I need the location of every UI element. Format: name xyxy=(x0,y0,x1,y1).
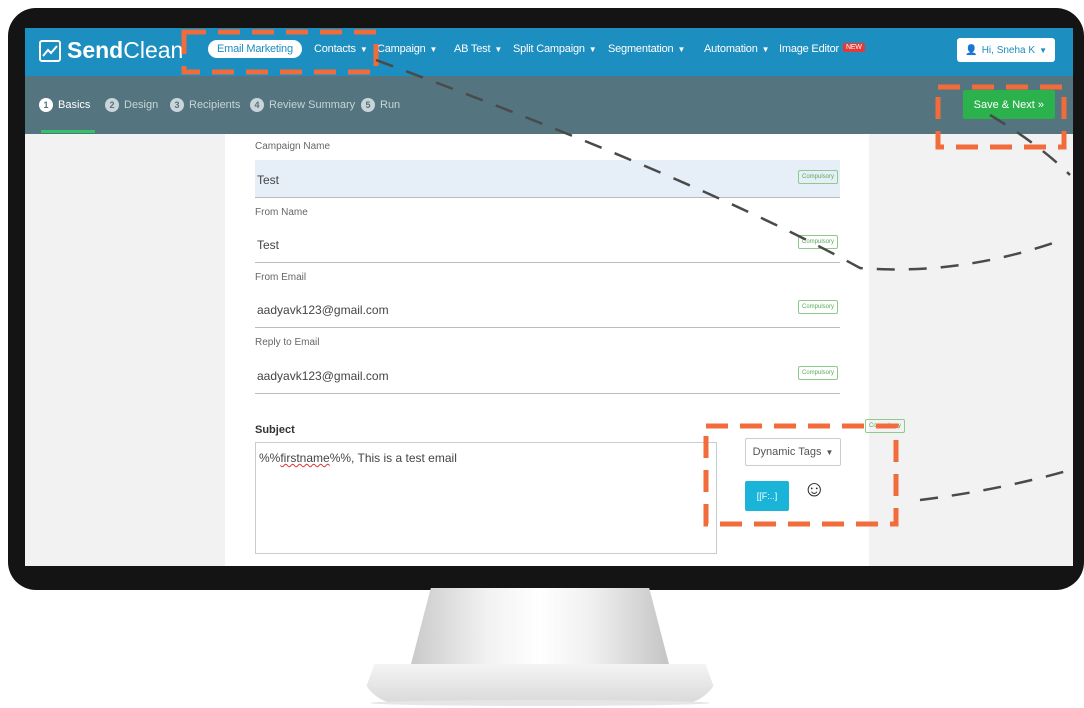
caret-down-icon: ▼ xyxy=(825,447,834,457)
nav-campaign-label: Campaign xyxy=(377,43,426,55)
from-email-value: aadyavk123@gmail.com xyxy=(257,303,389,317)
caret-down-icon: ▼ xyxy=(429,45,438,54)
step-review-summary[interactable]: 4 Review Summary xyxy=(250,98,355,112)
step-design[interactable]: 2 Design xyxy=(105,98,158,112)
step-label: Design xyxy=(124,99,159,111)
app-screen: Send Clean Email Marketing Contacts ▼ Camp… xyxy=(25,28,1073,566)
step-run[interactable]: 5 Run xyxy=(361,98,400,112)
reply-to-email-input[interactable]: aadyavk123@gmail.com Compulsory xyxy=(255,356,840,394)
step-number: 3 xyxy=(170,98,184,112)
nav-segmentation[interactable]: Segmentation ▼ xyxy=(608,43,685,55)
caret-down-icon: ▼ xyxy=(494,45,503,54)
subject-text-prefix: %% xyxy=(259,451,281,465)
dynamic-tags-label: Dynamic Tags xyxy=(752,446,822,458)
campaign-steps-bar: 1 Basics 2 Design 3 Recipients 4 Review Summ… xyxy=(25,76,1073,134)
caret-down-icon: ▼ xyxy=(588,45,597,54)
step-label: Recipients xyxy=(189,99,241,111)
step-number: 4 xyxy=(250,98,264,112)
nav-email-marketing[interactable]: Email Marketing xyxy=(208,40,302,58)
sendclean-logo[interactable]: Send Clean xyxy=(39,37,183,64)
top-navbar: Send Clean Email Marketing Contacts ▼ Camp… xyxy=(25,28,1073,76)
campaign-basics-form: Campaign Name Test Compulsory From Name … xyxy=(225,134,906,566)
monitor-base xyxy=(360,664,720,704)
nav-segmentation-label: Segmentation xyxy=(608,43,674,55)
compulsory-badge: Compulsory xyxy=(797,170,838,184)
insert-tag-button[interactable]: [[F:..] xyxy=(745,481,789,511)
step-label: Basics xyxy=(58,99,91,111)
caret-down-icon: ▼ xyxy=(761,45,770,54)
monitor-base-shadow xyxy=(370,700,710,706)
campaign-name-value: Test xyxy=(257,173,280,187)
from-name-value: Test xyxy=(257,238,280,252)
from-name-label: From Name xyxy=(255,207,308,218)
step-recipients[interactable]: 3 Recipients xyxy=(170,98,240,112)
campaign-name-input[interactable]: Test Compulsory xyxy=(255,160,840,198)
step-number: 2 xyxy=(105,98,119,112)
compulsory-badge: Compulsory xyxy=(797,300,838,314)
nav-image-editor[interactable]: Image Editor NEW xyxy=(779,43,865,55)
subject-compulsory-badge: Compulsory xyxy=(865,419,906,433)
from-email-input[interactable]: aadyavk123@gmail.com Compulsory xyxy=(255,290,840,328)
monitor-neck xyxy=(410,588,670,668)
monitor-illustration: Send Clean Email Marketing Contacts ▼ Camp… xyxy=(0,0,1084,708)
step-number: 5 xyxy=(361,98,375,112)
step-basics[interactable]: 1 Basics xyxy=(39,98,90,112)
smiley-icon[interactable]: ☺ xyxy=(803,478,825,500)
reply-to-email-value: aadyavk123@gmail.com xyxy=(257,369,389,383)
nav-contacts-label: Contacts xyxy=(314,43,356,55)
nav-split-campaign[interactable]: Split Campaign ▼ xyxy=(513,43,597,55)
user-menu-button[interactable]: 👤 Hi, Sneha K ▼ xyxy=(957,38,1055,62)
new-badge: NEW xyxy=(842,43,865,52)
nav-split-campaign-label: Split Campaign xyxy=(513,43,585,55)
compulsory-badge: Compulsory xyxy=(797,235,838,249)
from-name-input[interactable]: Test Compulsory xyxy=(255,225,840,263)
from-email-label: From Email xyxy=(255,272,307,283)
nav-contacts[interactable]: Contacts ▼ xyxy=(314,43,368,55)
save-and-next-button[interactable]: Save & Next » xyxy=(962,90,1055,119)
step-label: Review Summary xyxy=(269,99,356,111)
nav-image-editor-label: Image Editor xyxy=(779,43,839,55)
campaign-name-label: Campaign Name xyxy=(255,141,331,152)
caret-down-icon: ▼ xyxy=(677,45,686,54)
logo-text-light: Clean xyxy=(123,37,184,63)
nav-automation[interactable]: Automation ▼ xyxy=(704,43,770,55)
logo-text-bold: Send xyxy=(67,37,124,63)
active-step-indicator xyxy=(41,130,95,133)
nav-ab-test-label: AB Test xyxy=(454,43,491,55)
subject-text-suffix: %%, This is a test email xyxy=(329,451,457,465)
chart-logo-icon xyxy=(39,39,61,62)
compulsory-badge: Compulsory xyxy=(797,366,838,380)
subject-text-token: firstname xyxy=(280,451,330,465)
user-menu-label: Hi, Sneha K xyxy=(981,44,1036,56)
subject-textarea[interactable]: %%firstname%%, This is a test email xyxy=(255,442,717,554)
step-number: 1 xyxy=(39,98,53,112)
subject-label: Subject xyxy=(255,424,295,436)
nav-ab-test[interactable]: AB Test ▼ xyxy=(454,43,502,55)
user-icon: 👤 xyxy=(965,44,978,56)
caret-down-icon: ▼ xyxy=(359,45,368,54)
caret-down-icon: ▼ xyxy=(1039,45,1047,55)
reply-to-email-label: Reply to Email xyxy=(255,337,320,348)
step-label: Run xyxy=(380,99,401,111)
nav-campaign[interactable]: Campaign ▼ xyxy=(377,43,437,55)
dynamic-tags-dropdown[interactable]: Dynamic Tags ▼ xyxy=(745,438,841,466)
nav-automation-label: Automation xyxy=(704,43,758,55)
